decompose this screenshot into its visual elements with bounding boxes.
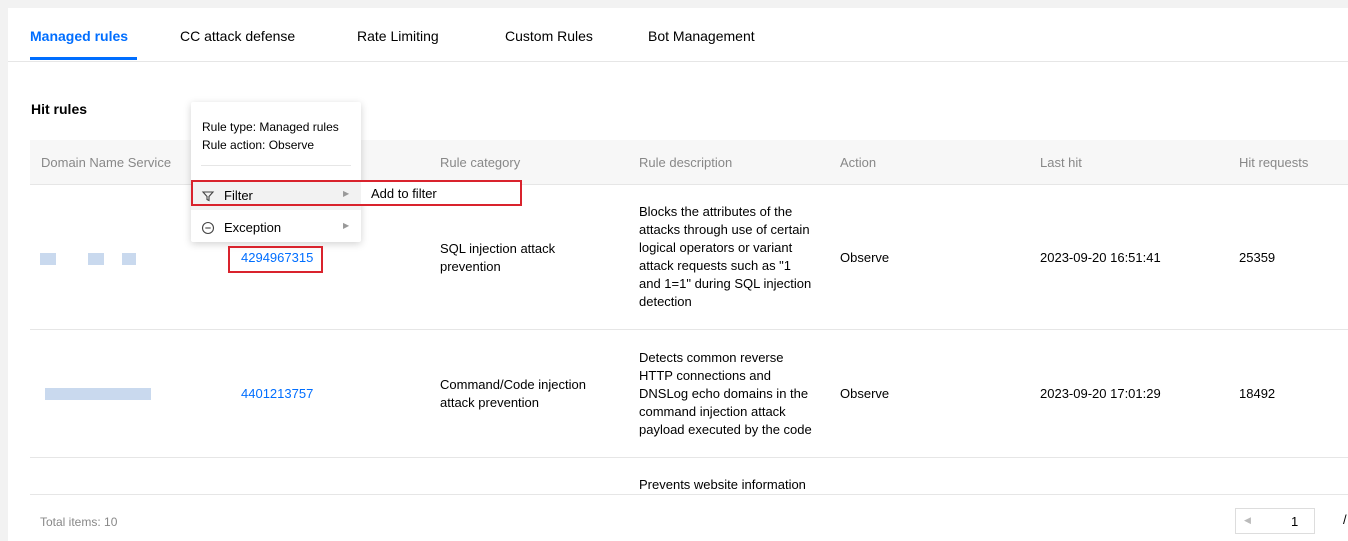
column-header-domain: Domain Name Service (41, 155, 172, 170)
rule-description-line: attacks through use of certain (639, 222, 810, 237)
highlight-box-rule-id (228, 246, 323, 273)
rule-description-line: attack requests such as "1 (639, 258, 792, 273)
menu-item-label: Exception (224, 220, 282, 235)
rule-action-text: Rule action: Observe (202, 138, 315, 152)
rule-description-line: detection (639, 294, 692, 309)
chevron-right-icon: ▶ (343, 221, 350, 230)
hit-requests-count: 25359 (1239, 250, 1276, 265)
menu-divider (201, 165, 351, 166)
rule-id-link[interactable]: 4401213757 (241, 385, 313, 403)
tab-bar: Managed rules CC attack defense Rate Lim… (8, 8, 1348, 62)
column-header-action: Action (840, 155, 877, 170)
last-hit-time: 2023-09-20 17:01:29 (1040, 386, 1161, 401)
current-page: 1 (1291, 514, 1299, 529)
rule-description: Blocks the attributes of the attacks thr… (639, 203, 829, 311)
column-header-last-hit: Last hit (1040, 155, 1082, 170)
section-title: Hit rules (31, 101, 88, 117)
highlight-box-filter (191, 180, 522, 206)
redacted-domain (88, 253, 104, 265)
rule-description-line: command injection attack (639, 404, 786, 419)
rule-description-line: Blocks the attributes of the (639, 204, 793, 219)
context-menu: Rule type: Managed rules Rule action: Ob… (191, 102, 361, 242)
table-footer: Total items: 10 ◀ 1 / (30, 494, 1348, 541)
rule-description-line: HTTP connections and (639, 368, 771, 383)
tab-rate-limiting[interactable]: Rate Limiting (357, 28, 439, 44)
rule-category: Command/Code injection attack prevention (440, 376, 586, 412)
tab-bot-management[interactable]: Bot Management (648, 28, 755, 44)
rule-description-line: Detects common reverse (639, 350, 784, 365)
rule-description-line: logical operators or variant (639, 240, 793, 255)
hit-requests-count: 18492 (1239, 386, 1276, 401)
active-tab-indicator (30, 57, 137, 60)
rule-category-line: prevention (440, 259, 501, 274)
redacted-domain (45, 388, 151, 400)
total-items: Total items: 10 (40, 515, 118, 529)
tab-cc-attack-defense[interactable]: CC attack defense (180, 28, 295, 44)
last-hit-time: 2023-09-20 16:51:41 (1040, 250, 1161, 265)
rule-description: Detects common reverse HTTP connections … (639, 349, 834, 439)
column-header-rule-category: Rule category (440, 155, 521, 170)
column-header-rule-description: Rule description (639, 155, 733, 170)
minus-circle-icon (201, 221, 215, 235)
table-row: Prevents website information (30, 458, 1348, 494)
rules-panel: Managed rules CC attack defense Rate Lim… (8, 8, 1348, 541)
tab-custom-rules[interactable]: Custom Rules (505, 28, 593, 44)
context-menu-info: Rule type: Managed rules Rule action: Ob… (202, 118, 339, 154)
rule-action: Observe (840, 250, 890, 265)
page-separator: / (1343, 512, 1347, 527)
page-input[interactable]: ◀ 1 (1235, 508, 1315, 534)
column-header-hit-requests: Hit requests (1239, 155, 1309, 170)
redacted-domain (122, 253, 136, 265)
rule-category-line: SQL injection attack (440, 241, 556, 256)
rule-action: Observe (840, 386, 890, 401)
rule-description-line: Prevents website information (639, 477, 806, 492)
rule-category: SQL injection attack prevention (440, 240, 555, 276)
rule-category-line: attack prevention (440, 395, 540, 410)
rule-description-line: payload executed by the code (639, 422, 812, 437)
menu-item-exception[interactable]: Exception ▶ (191, 214, 361, 242)
tab-managed-rules[interactable]: Managed rules (30, 28, 128, 44)
rule-description-line: and 1=1" during SQL injection (639, 276, 812, 291)
rule-type-text: Rule type: Managed rules (202, 120, 339, 134)
redacted-domain (40, 253, 56, 265)
table-row: 4401213757 Command/Code injection attack… (30, 330, 1348, 458)
rule-category-line: Command/Code injection (440, 377, 586, 392)
rule-description-line: DNSLog echo domains in the (639, 386, 809, 401)
rule-description: Prevents website information (639, 476, 806, 494)
prev-page-icon[interactable]: ◀ (1244, 515, 1251, 526)
